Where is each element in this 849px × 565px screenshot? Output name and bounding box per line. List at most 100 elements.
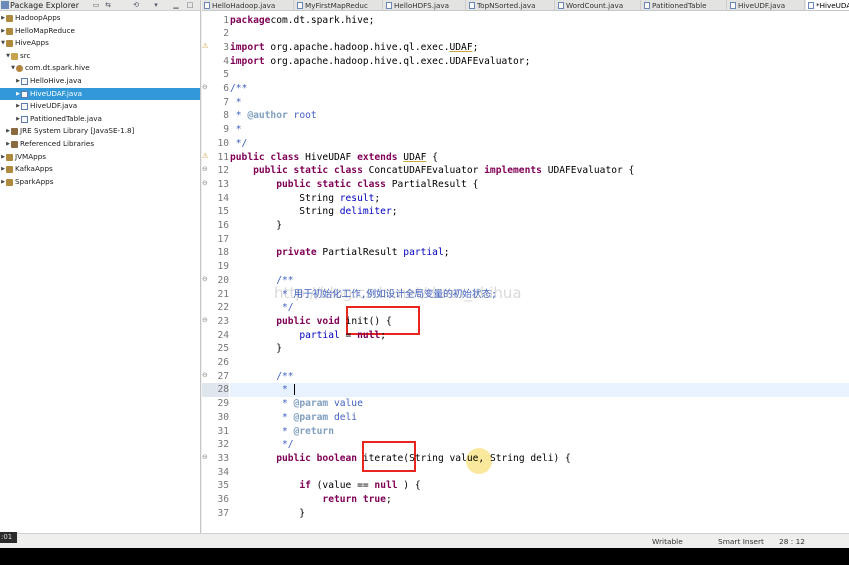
line-number: 32 xyxy=(217,439,229,451)
code-token: public boolean xyxy=(276,452,358,464)
editor-tab[interactable]: *HiveUDAF xyxy=(806,0,849,10)
package-explorer-header: Package Explorer ▭ ⇆ ⟲ ▾ ▁ □ xyxy=(0,0,200,11)
tree-item[interactable]: ▶ HiveUDF.java xyxy=(0,100,200,113)
code-line: */ xyxy=(230,438,294,452)
tree-item-label: KafkaApps xyxy=(15,164,53,174)
code-token: value xyxy=(328,398,363,410)
code-line: /** xyxy=(230,370,294,384)
fold-toggle-icon[interactable]: ⊖ xyxy=(202,83,210,93)
tree-item-label: HiveApps xyxy=(15,38,49,48)
line-number: 19 xyxy=(217,261,229,273)
code-token: @param xyxy=(293,398,329,410)
code-token: @param xyxy=(293,411,329,423)
java-file-icon xyxy=(297,2,303,9)
warning-icon[interactable]: ⚠ xyxy=(202,42,210,52)
editor-tab-bar: HelloHadoop.java MyFirstMapReduc HelloHDFS… xyxy=(202,0,849,11)
code-token: (value == xyxy=(310,480,375,492)
tree-item[interactable]: ▼ src xyxy=(0,50,200,63)
line-number: 14 xyxy=(217,192,229,204)
editor-tab[interactable]: MyFirstMapReduc xyxy=(295,0,383,10)
code-token: ; xyxy=(380,329,386,341)
lib-icon xyxy=(11,128,18,136)
code-token: iterate(String value, String deli) { xyxy=(357,452,571,464)
code-token: HiveUDAF xyxy=(299,151,358,163)
code-token: * xyxy=(230,96,242,108)
package-explorer-title[interactable]: Package Explorer xyxy=(10,1,79,10)
tree-item-label: HiveUDF.java xyxy=(30,101,78,111)
editor-tab[interactable]: PatitionedTable xyxy=(642,0,727,10)
tree-item[interactable]: ▶ HiveUDAF.java xyxy=(0,87,200,101)
video-time-badge: :01 xyxy=(0,532,17,543)
tree-item[interactable]: ▶ JVMApps xyxy=(0,151,200,164)
tree-item[interactable]: ▶ SparkApps xyxy=(0,176,200,189)
line-number: 22 xyxy=(217,302,229,314)
editor-tab-label: PatitionedTable xyxy=(652,1,707,10)
code-token: @author xyxy=(247,110,288,122)
maximize-icon[interactable]: □ xyxy=(186,1,194,9)
package-explorer: Package Explorer ▭ ⇆ ⟲ ▾ ▁ □ ▶ HadoopApps… xyxy=(0,0,201,548)
code-token: */ xyxy=(230,439,294,451)
fold-toggle-icon[interactable]: ⊖ xyxy=(202,165,210,175)
tree-item-label: SparkApps xyxy=(15,176,54,186)
tree-item[interactable]: ▶ KafkaApps xyxy=(0,163,200,176)
link-editor-icon[interactable]: ⇆ xyxy=(104,1,112,9)
collapse-all-icon[interactable]: ▭ xyxy=(92,1,100,9)
line-number: 18 xyxy=(217,247,229,259)
code-token: implements xyxy=(484,165,542,177)
tree-item[interactable]: ▶ Referenced Libraries xyxy=(0,138,200,151)
code-line: public boolean iterate(String value, Str… xyxy=(230,452,571,466)
code-token: com.dt.spark.hive; xyxy=(270,14,375,26)
editor-tab[interactable]: HelloHDFS.java xyxy=(384,0,466,10)
line-number: 30 xyxy=(217,411,229,423)
code-line: } xyxy=(230,507,305,521)
tree-item[interactable]: ▼ com.dt.spark.hive xyxy=(0,62,200,75)
code-area[interactable]: http://blog.csdn.net/duan_zhihua 1 packag… xyxy=(202,12,849,524)
code-token: PartialResult xyxy=(316,247,404,259)
editor-tab[interactable]: HelloHadoop.java xyxy=(202,0,294,10)
java-file-icon xyxy=(558,2,564,9)
tree-item[interactable]: ▶ HelloHive.java xyxy=(0,75,200,88)
view-menu-icon[interactable]: ▾ xyxy=(152,1,160,9)
project-icon xyxy=(6,153,13,161)
filter-icon[interactable]: ⟲ xyxy=(132,1,140,9)
fold-toggle-icon[interactable]: ⊖ xyxy=(202,371,210,381)
line-number: 5 xyxy=(223,69,229,81)
code-line: /** xyxy=(230,82,247,96)
code-token: /** xyxy=(230,370,294,382)
code-line: */ xyxy=(230,301,294,315)
code-token: UDAF xyxy=(403,151,427,163)
tree-item[interactable]: ▶ HadoopApps xyxy=(0,12,200,25)
java-icon xyxy=(21,115,28,123)
minimize-icon[interactable]: ▁ xyxy=(172,1,180,9)
code-token: ; xyxy=(443,247,450,259)
code-token: package xyxy=(230,14,271,26)
fold-toggle-icon[interactable]: ⊖ xyxy=(202,275,210,285)
tree-item[interactable]: ▶ HelloMapReduce xyxy=(0,25,200,38)
editor-tab[interactable]: TopNSorted.java xyxy=(467,0,555,10)
tree-item[interactable]: ▶ JRE System Library [JavaSE-1.8] xyxy=(0,125,200,138)
fold-toggle-icon[interactable]: ⊖ xyxy=(202,179,210,189)
fold-toggle-icon[interactable]: ⊖ xyxy=(202,453,210,463)
tree-item[interactable]: ▼ HiveApps xyxy=(0,37,200,50)
editor-tab[interactable]: HiveUDF.java xyxy=(728,0,805,10)
code-token: init() { xyxy=(339,315,392,327)
line-number: 10 xyxy=(217,137,229,149)
java-file-icon xyxy=(644,2,650,9)
tree-item[interactable]: ▶ PatitionedTable.java xyxy=(0,113,200,126)
fold-toggle-icon[interactable]: ⊖ xyxy=(202,316,210,326)
code-token: return true xyxy=(322,494,386,505)
eclipse-window: Package Explorer ▭ ⇆ ⟲ ▾ ▁ □ ▶ HadoopApps… xyxy=(0,0,849,548)
editor-tab[interactable]: WordCount.java xyxy=(556,0,641,10)
java-icon xyxy=(21,90,28,98)
warning-icon[interactable]: ⚠ xyxy=(202,152,210,162)
line-number: 29 xyxy=(217,398,229,410)
project-tree: ▶ HadoopApps ▶ HelloMapReduce ▼ HiveApps ▼ src ▼… xyxy=(0,12,200,188)
tree-item-label: HelloHive.java xyxy=(30,75,82,85)
code-token: import xyxy=(230,41,265,53)
code-token: * xyxy=(230,398,294,410)
line-number: 9 xyxy=(223,124,229,136)
editor-tab-label: HelloHDFS.java xyxy=(394,1,450,10)
java-file-icon xyxy=(808,2,814,9)
code-line: * @param deli xyxy=(230,411,357,425)
